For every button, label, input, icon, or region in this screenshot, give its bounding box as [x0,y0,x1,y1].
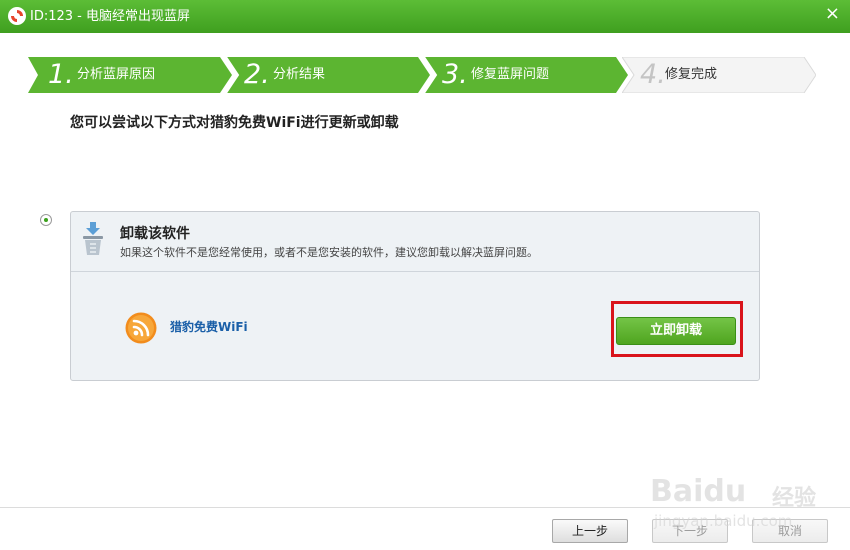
step-3-number: 3. [442,59,468,90]
uninstall-now-button[interactable]: 立即卸载 [616,317,736,345]
window-title: ID:123 - 电脑经常出现蓝屏 [30,9,190,24]
step-4: 4. 修复完成 [622,57,816,93]
step-4-number: 4. [640,59,666,90]
title-bar: ID:123 - 电脑经常出现蓝屏 × [0,0,850,33]
watermark: Baidu 经验 jingyan.baidu.com [650,474,840,534]
step-2: 2. 分析结果 [226,57,430,93]
step-progress: 1. 分析蓝屏原因 2. 分析结果 3. 修复蓝屏问题 4. 修复完成 [28,57,818,93]
step-1-label: 分析蓝屏原因 [77,67,156,82]
card-divider [71,271,759,272]
step-4-label: 修复完成 [665,67,718,82]
option-title: 卸载该软件 [120,226,190,242]
uninstall-option-card: 卸载该软件 如果这个软件不是您经常使用，或者不是您安装的软件，建议您卸载以解决蓝… [70,211,760,381]
lifebuoy-icon [8,7,26,25]
option-radio[interactable] [40,214,52,226]
wifi-icon [125,312,157,344]
recycle-bin-icon [83,222,103,255]
prev-step-button[interactable]: 上一步 [552,519,628,543]
step-3-label: 修复蓝屏问题 [471,67,550,82]
option-description: 如果这个软件不是您经常使用，或者不是您安装的软件，建议您卸载以解决蓝屏问题。 [120,246,538,259]
watermark-cn: 经验 [772,486,817,511]
step-2-label: 分析结果 [273,67,326,82]
step-1: 1. 分析蓝屏原因 [28,57,232,93]
step-2-number: 2. [244,59,270,90]
step-1-number: 1. [48,59,74,90]
close-icon[interactable]: × [825,4,840,24]
app-name: 猎豹免费WiFi [170,320,248,334]
watermark-url: jingyan.baidu.com [654,512,793,530]
watermark-brand: Baidu [650,474,747,509]
step-3: 3. 修复蓝屏问题 [424,57,628,93]
page-headline: 您可以尝试以下方式对猎豹免费WiFi进行更新或卸载 [70,115,399,131]
